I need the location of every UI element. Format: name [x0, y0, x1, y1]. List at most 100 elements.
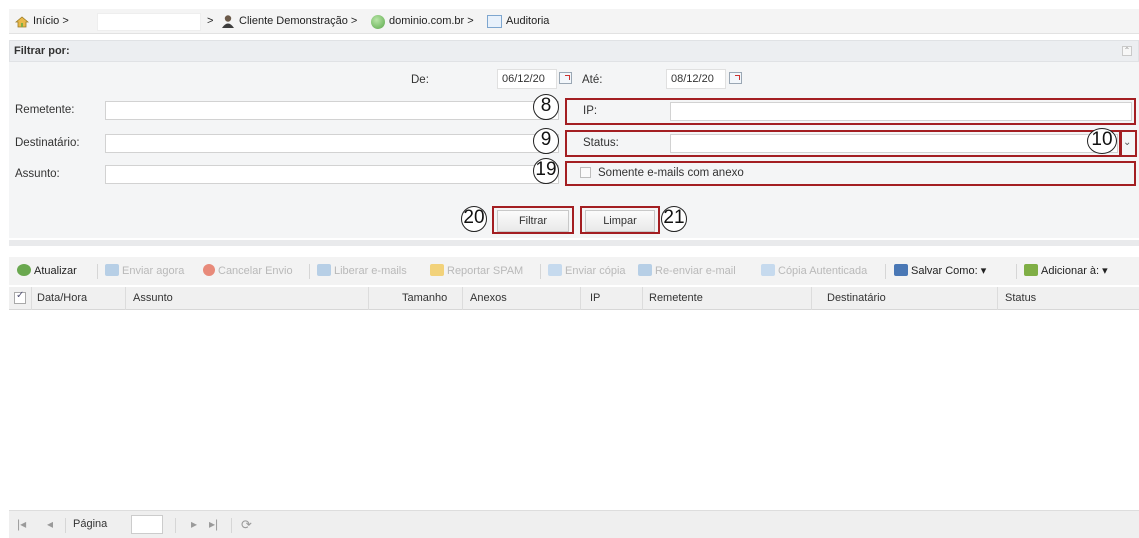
breadcrumb-blank-segment[interactable]: [97, 13, 201, 31]
toolbar-divider: [309, 264, 310, 279]
annotation-19: 19: [533, 158, 559, 184]
filter-panel: De: 06/12/20 Até: 08/12/20 Remetente: De…: [9, 62, 1139, 238]
to-date-label: Até:: [582, 74, 603, 86]
column-subject[interactable]: Assunto: [133, 287, 173, 310]
to-date-field[interactable]: 08/12/20: [666, 69, 726, 89]
ip-field-highlight: IP:: [565, 98, 1136, 125]
client-user-icon: [221, 14, 235, 29]
certified-copy-button[interactable]: Cópia Autenticada: [761, 262, 867, 280]
toolbar-divider: [1016, 264, 1017, 279]
column-ip[interactable]: IP: [590, 287, 600, 310]
cancel-icon: [203, 264, 215, 276]
ip-input[interactable]: [670, 102, 1132, 121]
pager-divider: [175, 518, 176, 533]
page-input[interactable]: [131, 515, 163, 534]
column-sender[interactable]: Remetente: [649, 287, 703, 310]
column-divider: [642, 287, 643, 310]
recipient-label: Destinatário:: [15, 137, 80, 149]
subject-input[interactable]: [105, 165, 559, 184]
attach-field-highlight: Somente e-mails com anexo: [565, 161, 1136, 186]
recipient-input[interactable]: [105, 134, 559, 153]
domain-globe-icon: [371, 15, 385, 29]
release-icon: [317, 264, 331, 276]
column-attachments[interactable]: Anexos: [470, 287, 507, 310]
release-label: Liberar e-mails: [334, 265, 407, 277]
pager-divider: [65, 518, 66, 533]
breadcrumb-home[interactable]: Início >: [33, 9, 69, 34]
cancel-send-label: Cancelar Envio: [218, 265, 293, 277]
from-date-field[interactable]: 06/12/20: [497, 69, 557, 89]
column-divider: [368, 287, 369, 310]
resend-icon: [638, 264, 652, 276]
attach-checkbox[interactable]: [580, 167, 591, 178]
breadcrumb-client[interactable]: Cliente Demonstração >: [239, 9, 357, 34]
panel-separator: [9, 240, 1139, 246]
audit-icon: [487, 15, 502, 28]
cancel-send-button[interactable]: Cancelar Envio: [203, 262, 293, 280]
toolbar-divider: [97, 264, 98, 279]
collapse-icon[interactable]: ⌃: [1122, 46, 1132, 56]
attach-label: Somente e-mails com anexo: [598, 167, 744, 179]
select-all-checkbox[interactable]: [14, 290, 26, 304]
annotation-20: 20: [461, 206, 487, 232]
resend-label: Re-enviar e-mail: [655, 265, 736, 277]
column-size[interactable]: Tamanho: [402, 287, 447, 310]
ip-label: IP:: [583, 105, 598, 117]
add-to-button[interactable]: Adicionar à: ▾: [1024, 262, 1108, 280]
toolbar-divider: [540, 264, 541, 279]
column-divider: [31, 287, 32, 310]
grid-body: [9, 311, 1139, 510]
breadcrumb-separator: >: [207, 15, 214, 27]
hierarchy-icon: [1024, 264, 1038, 276]
floppy-icon: [894, 264, 908, 276]
grid-header: Data/Hora Assunto Tamanho Anexos IP Reme…: [9, 287, 1139, 310]
prev-page-icon[interactable]: ◂: [47, 517, 53, 531]
refresh-label: Atualizar: [34, 265, 77, 277]
send-now-icon: [105, 264, 119, 276]
column-divider: [811, 287, 812, 310]
add-to-label: Adicionar à: ▾: [1041, 265, 1108, 277]
annotation-21: 21: [661, 206, 687, 232]
status-dropdown-highlight: ⌄: [1119, 130, 1137, 157]
send-copy-button[interactable]: Enviar cópia: [548, 262, 626, 280]
home-icon[interactable]: [14, 16, 30, 28]
toolbar-divider: [885, 264, 886, 279]
send-now-button[interactable]: Enviar agora: [105, 262, 184, 280]
sender-input[interactable]: [105, 101, 559, 120]
filter-button[interactable]: Filtrar: [497, 210, 569, 232]
status-select[interactable]: [670, 134, 1118, 153]
release-button[interactable]: Liberar e-mails: [317, 262, 407, 280]
filter-button-highlight: Filtrar: [492, 206, 574, 234]
send-copy-label: Enviar cópia: [565, 265, 626, 277]
chevron-down-icon[interactable]: ⌄: [1123, 137, 1133, 149]
next-page-icon[interactable]: ▸: [191, 517, 197, 531]
column-divider: [125, 287, 126, 310]
from-calendar-icon[interactable]: [559, 72, 572, 84]
report-spam-button[interactable]: Reportar SPAM: [430, 262, 523, 280]
save-as-button[interactable]: Salvar Como: ▾: [894, 262, 986, 280]
breadcrumb-domain[interactable]: dominio.com.br >: [389, 9, 474, 34]
reload-icon[interactable]: ⟳: [241, 517, 252, 533]
column-status[interactable]: Status: [1005, 287, 1036, 310]
filter-panel-title: Filtrar por:: [14, 45, 70, 57]
first-page-icon[interactable]: |◂: [17, 517, 26, 531]
column-recipient[interactable]: Destinatário: [827, 287, 886, 310]
status-field-highlight: Status:: [565, 130, 1122, 157]
annotation-10: 10: [1087, 128, 1117, 154]
status-label: Status:: [583, 137, 619, 149]
breadcrumb: Início > > Cliente Demonstração > domini…: [9, 9, 1139, 34]
clear-button[interactable]: Limpar: [585, 210, 655, 232]
certified-copy-label: Cópia Autenticada: [778, 265, 868, 277]
page-label: Página: [73, 518, 108, 530]
certified-copy-icon: [761, 264, 775, 276]
column-date[interactable]: Data/Hora: [37, 287, 87, 310]
last-page-icon[interactable]: ▸|: [209, 517, 218, 531]
column-divider: [462, 287, 463, 310]
subject-label: Assunto:: [15, 168, 60, 180]
to-calendar-icon[interactable]: [729, 72, 742, 84]
resend-button[interactable]: Re-enviar e-mail: [638, 262, 736, 280]
clear-button-highlight: Limpar: [580, 206, 660, 234]
refresh-icon: [17, 264, 31, 276]
sender-label: Remetente:: [15, 104, 75, 116]
refresh-button[interactable]: Atualizar: [17, 262, 77, 280]
